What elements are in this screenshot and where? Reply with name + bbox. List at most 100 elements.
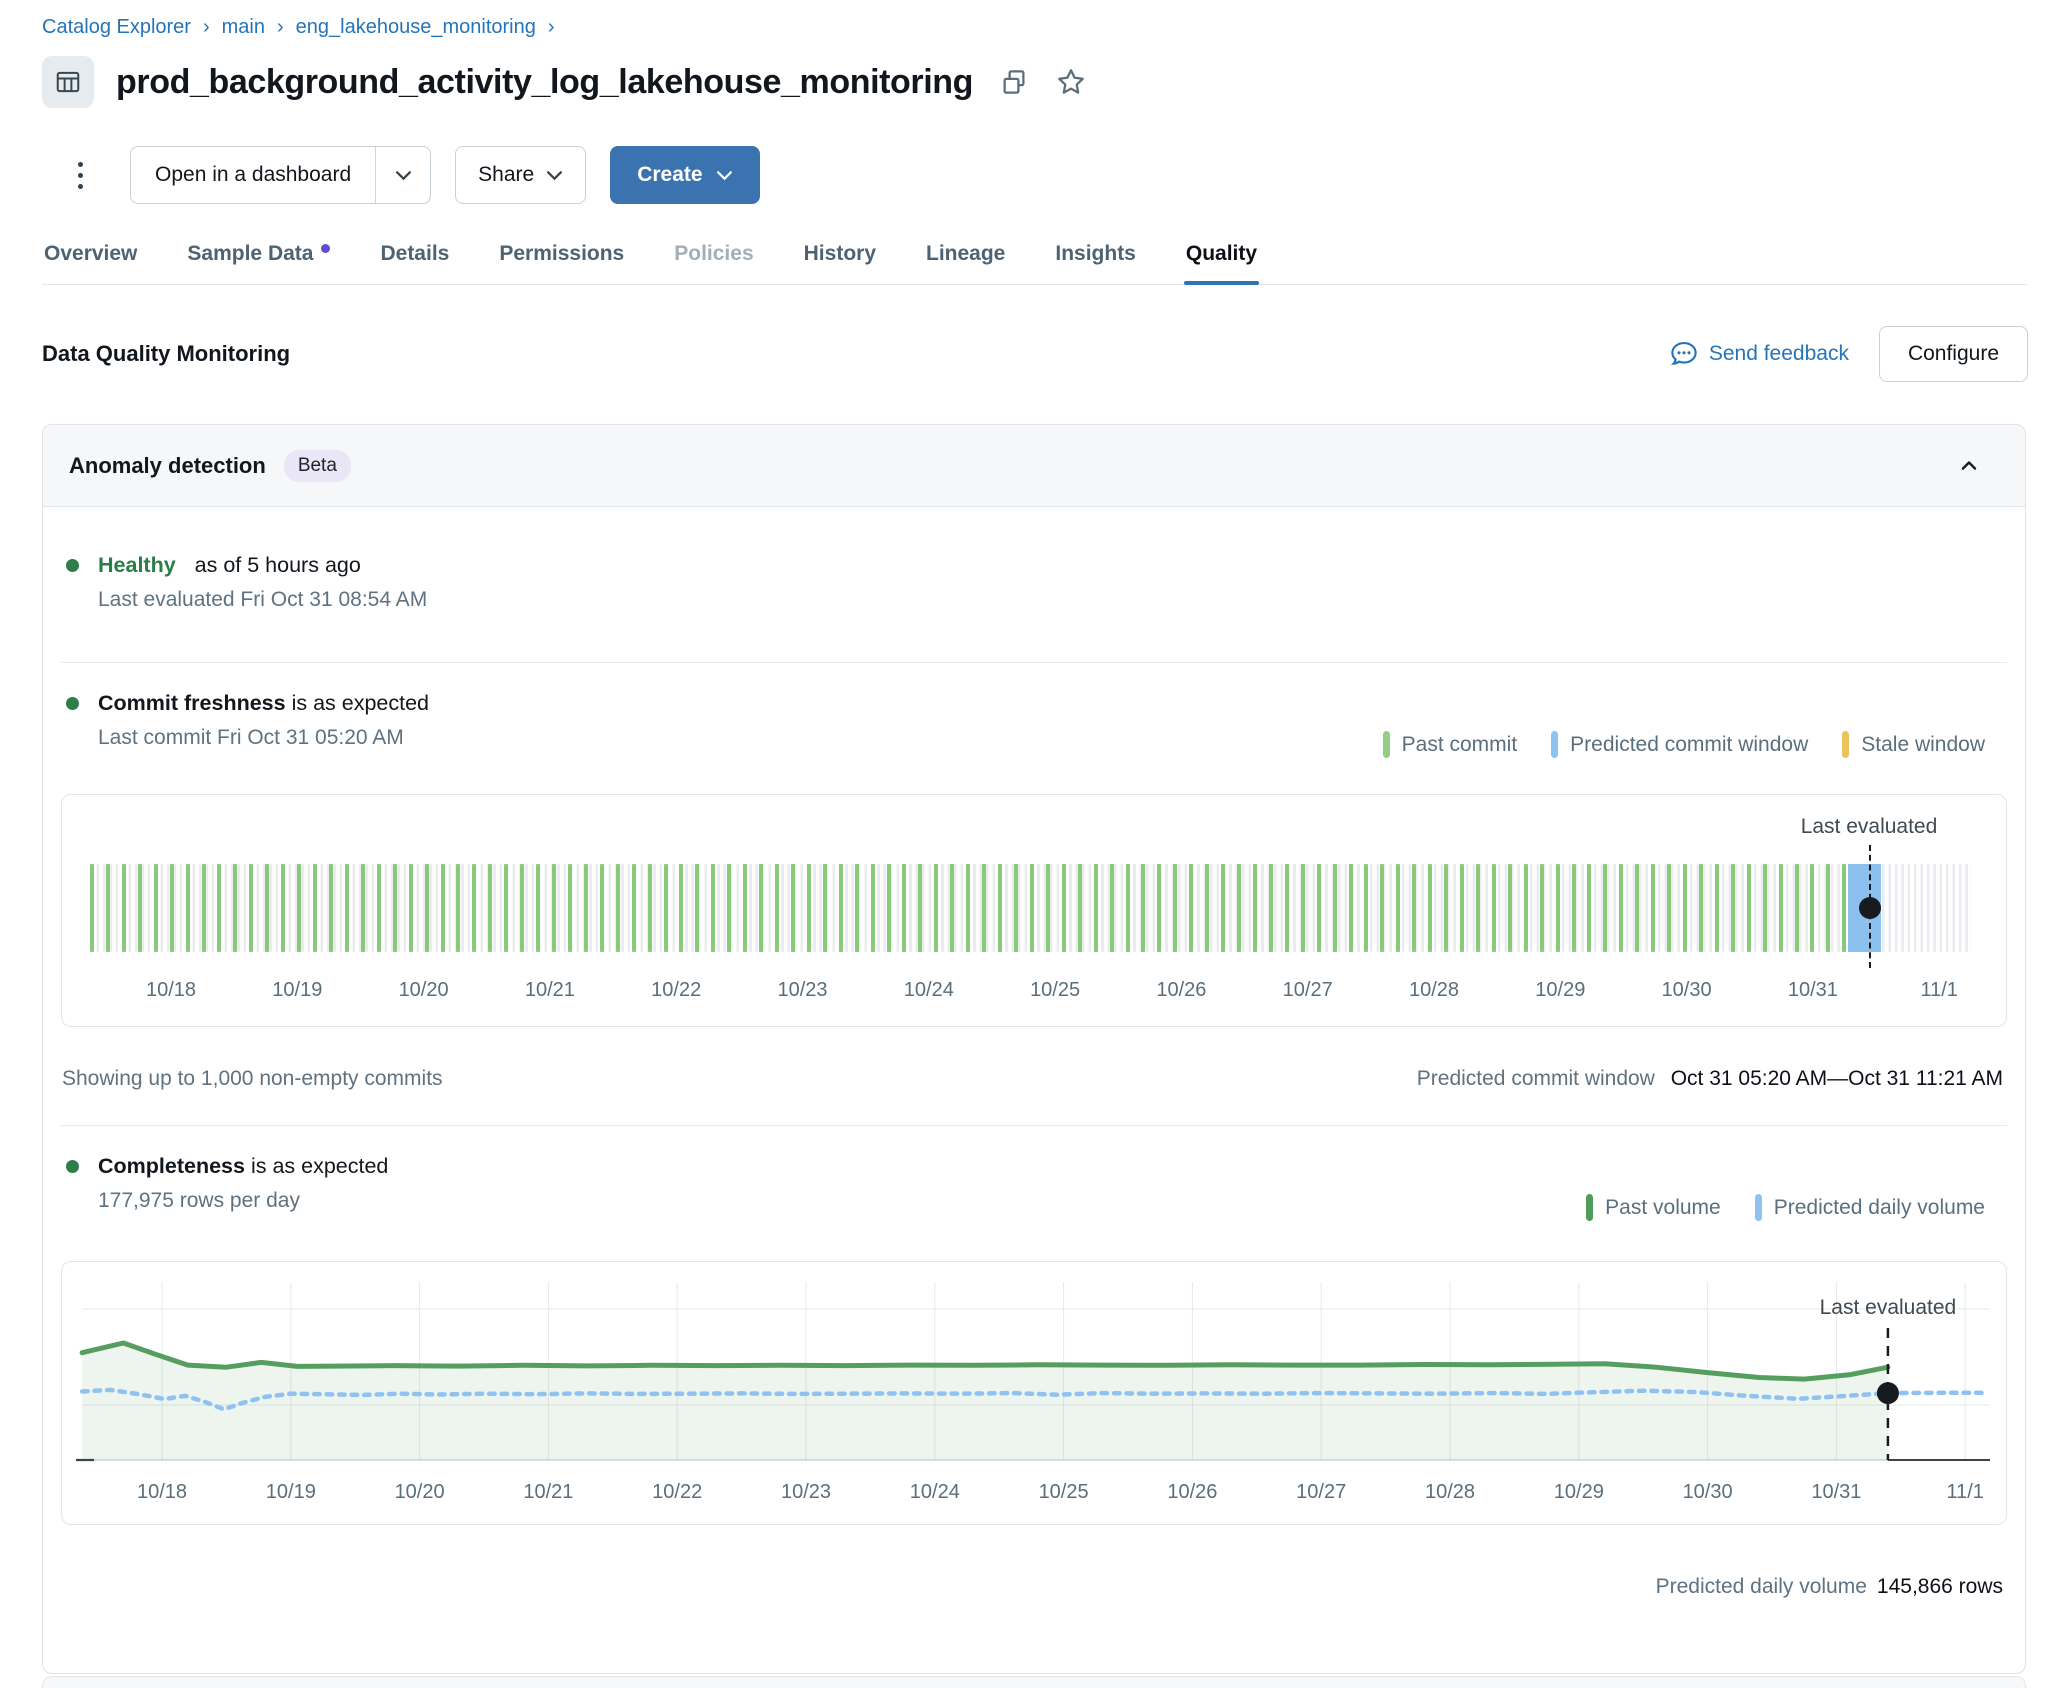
freshness-legend: Past commitPredicted commit windowStale … [1383,731,1985,758]
tab-overview[interactable]: Overview [42,240,139,284]
tab-policies[interactable]: Policies [672,240,755,284]
commit-bar [855,864,859,952]
x-axis-label: 10/26 [1126,979,1236,1002]
tab-label: Details [380,242,449,265]
breadcrumb-link[interactable]: main [222,16,265,39]
open-in-dashboard-button[interactable]: Open in a dashboard [130,146,431,204]
commit-bar [1731,864,1735,952]
commit-bar [1189,864,1193,952]
commit-bar [1460,864,1464,952]
breadcrumb: Catalog Explorer›main›eng_lakehouse_moni… [42,16,555,39]
tab-insights[interactable]: Insights [1053,240,1138,284]
x-axis-label: 10/31 [1758,979,1868,1002]
share-button[interactable]: Share [455,146,586,204]
quality-section-header: Data Quality Monitoring Send feedback Co… [42,326,2028,382]
commit-bar [1412,864,1416,952]
legend-label: Stale window [1861,733,1985,757]
tab-permissions[interactable]: Permissions [497,240,626,284]
breadcrumb-link[interactable]: eng_lakehouse_monitoring [296,16,536,39]
x-axis-label: 10/25 [1000,979,1110,1002]
create-button[interactable]: Create [610,146,759,204]
collapse-chevron-up-icon[interactable] [1957,454,1981,478]
x-axis-label: 10/30 [1632,979,1742,1002]
volume-chart-footer: Predicted daily volume 145,866 rows [43,1575,2003,1599]
svg-text:10/27: 10/27 [1296,1481,1346,1503]
commit-bar [1556,864,1560,952]
breadcrumb-link[interactable]: Catalog Explorer [42,16,191,39]
tab-quality[interactable]: Quality [1184,240,1259,284]
favorite-star-icon[interactable] [1055,66,1087,98]
x-axis-label: 10/28 [1379,979,1489,1002]
commit-bar [1444,864,1448,952]
legend-swatch [1383,731,1390,758]
legend-swatch [1755,1194,1762,1221]
last-evaluated-annotation: Last evaluated [1820,1296,1957,1319]
commit-bar [1333,864,1337,952]
kebab-menu-button[interactable] [74,162,86,189]
commit-bar [377,864,381,952]
svg-text:10/18: 10/18 [137,1481,187,1503]
commit-bar [1587,864,1591,952]
commit-bar [361,864,365,952]
commit-bar [472,864,476,952]
commit-bar [1619,864,1623,952]
x-axis-label: 10/29 [1505,979,1615,1002]
commit-bar [1683,864,1687,952]
commit-bar [1572,864,1576,952]
commit-bar [1157,864,1161,952]
healthy-status-dot [66,559,79,572]
commit-bar [456,864,460,952]
tab-label: Lineage [926,242,1005,265]
commit-bar [1030,864,1034,952]
tab-details[interactable]: Details [378,240,451,284]
svg-text:10/21: 10/21 [523,1481,573,1503]
commit-bar [1094,864,1098,952]
catalog-explorer-page: Catalog Explorer›main›eng_lakehouse_moni… [0,0,2050,1688]
commit-bar [1269,864,1273,952]
tab-sample-data[interactable]: Sample Data [185,240,332,284]
commit-bar [1237,864,1241,952]
svg-text:10/30: 10/30 [1683,1481,1733,1503]
tab-lineage[interactable]: Lineage [924,240,1007,284]
commit-bar [154,864,158,952]
open-in-dashboard-dropdown[interactable] [375,147,430,203]
commit-bar [122,864,126,952]
copy-name-icon[interactable] [999,67,1029,97]
tab-history[interactable]: History [802,240,878,284]
commit-bar [743,864,747,952]
send-feedback-link[interactable]: Send feedback [1669,339,1849,369]
x-axis-label: 10/19 [242,979,352,1002]
svg-text:10/23: 10/23 [781,1481,831,1503]
svg-text:10/19: 10/19 [266,1481,316,1503]
past-volume-area [82,1343,1888,1460]
commit-bar [1492,864,1496,952]
svg-text:10/28: 10/28 [1425,1481,1475,1503]
configure-button[interactable]: Configure [1879,326,2028,382]
commit-bar [1253,864,1257,952]
commit-freshness-block: Commit freshness is as expected Last com… [66,691,2025,750]
commit-bar [409,864,413,952]
commit-bar [345,864,349,952]
commit-bar [1810,864,1814,952]
completeness-block: Completeness is as expected 177,975 rows… [66,1154,2025,1213]
commit-chart-footer: Showing up to 1,000 non-empty commits Pr… [62,1067,2003,1091]
commit-bar [1396,864,1400,952]
commit-bar [966,864,970,952]
commit-bar [1699,864,1703,952]
commit-bar [982,864,986,952]
commit-bar [1380,864,1384,952]
commit-bar [1540,864,1544,952]
commit-bar [648,864,652,952]
commit-bar [1779,864,1783,952]
commit-bar [297,864,301,952]
health-status-block: Healthy as of 5 hours ago Last evaluated… [66,553,2025,612]
commit-bar [1046,864,1050,952]
x-axis-label: 11/1 [1884,979,1994,1002]
commit-bar [807,864,811,952]
svg-text:10/29: 10/29 [1554,1481,1604,1503]
commit-bar [1826,864,1830,952]
legend-label: Past volume [1605,1196,1721,1220]
commit-bar [1508,864,1512,952]
commit-bar [1221,864,1225,952]
commit-bar [520,864,524,952]
